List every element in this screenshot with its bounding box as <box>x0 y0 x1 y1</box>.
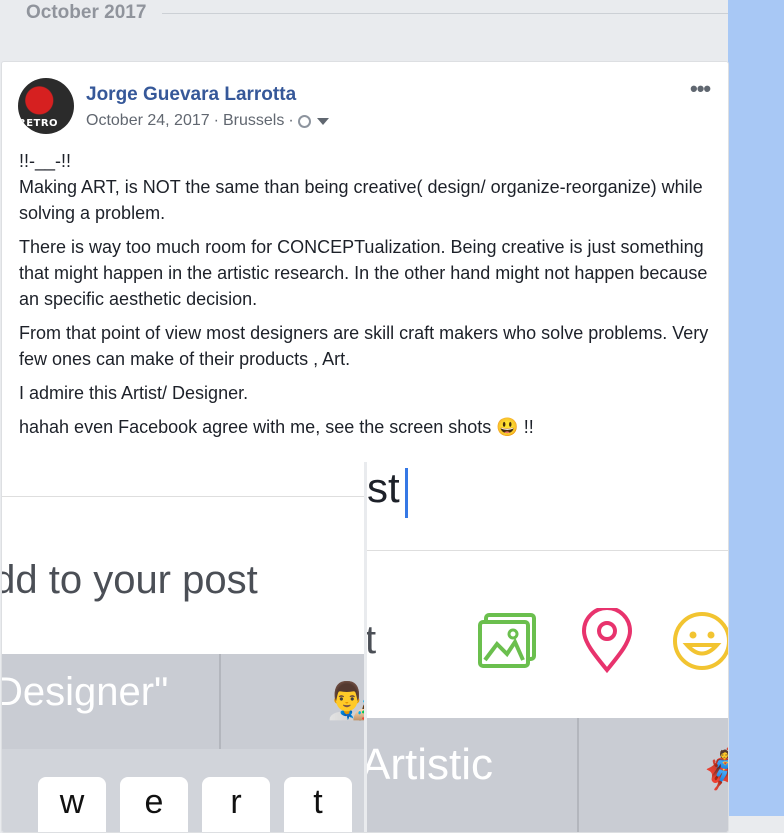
author-name-link[interactable]: Jorge Guevara Larrotta <box>86 84 296 106</box>
post-meta: October 24, 2017 · Brussels · <box>86 112 329 130</box>
divider <box>367 550 728 551</box>
keyboard-key: r <box>202 777 270 832</box>
divider <box>162 13 728 14</box>
artist-emoji-icon: 👨‍🎨 <box>327 680 364 722</box>
meta-separator: · <box>288 112 294 129</box>
post-options-icon[interactable]: ••• <box>690 76 711 102</box>
location-pin-icon <box>581 608 633 674</box>
screenshot-image-left[interactable]: \dd to your post Designer" 👨‍🎨 w e r t <box>2 462 364 832</box>
divider <box>2 496 364 497</box>
suggestion-word: Artistic <box>367 740 493 789</box>
screenshot-image-right[interactable]: st t Artistic 🦸 <box>367 462 728 832</box>
post-paragraph: There is way too much room for CONCEPTua… <box>19 237 708 309</box>
photo-icon <box>478 613 536 668</box>
post-body: !!-__-!! Making ART, is NOT the same tha… <box>19 148 709 448</box>
post-paragraph: !!-__-!! Making ART, is NOT the same tha… <box>19 151 703 223</box>
avatar[interactable]: RETRO <box>18 78 74 134</box>
meta-separator: · <box>213 112 219 129</box>
globe-icon <box>297 114 311 128</box>
post-paragraph: I admire this Artist/ Designer. <box>19 383 249 403</box>
avatar-text: RETRO <box>18 118 59 129</box>
suggestion-word: Designer" <box>2 670 169 714</box>
right-sidebar-panel <box>728 0 784 816</box>
suggestion-separator <box>577 718 579 832</box>
add-to-post-text: \dd to your post <box>2 558 258 602</box>
suggestion-separator <box>219 654 221 749</box>
smiley-icon <box>673 612 728 670</box>
typed-text: st <box>367 464 400 511</box>
post-paragraph: From that point of view most designers a… <box>19 323 709 369</box>
timeline-month-header: October 2017 <box>0 0 728 28</box>
keyboard-key: w <box>38 777 106 832</box>
month-label: October 2017 <box>26 2 147 23</box>
superhero-emoji-icon: 🦸 <box>697 748 728 792</box>
post-card: RETRO Jorge Guevara Larrotta October 24,… <box>1 61 729 833</box>
keyboard-key: t <box>284 777 352 832</box>
post-date-link[interactable]: October 24, 2017 <box>86 112 210 130</box>
privacy-dropdown-icon[interactable] <box>316 117 329 125</box>
text-fragment: t <box>367 618 376 663</box>
keyboard-key: e <box>120 777 188 832</box>
post-location-link[interactable]: Brussels <box>223 112 284 130</box>
text-cursor <box>405 468 408 518</box>
post-paragraph: hahah even Facebook agree with me, see t… <box>19 417 534 437</box>
